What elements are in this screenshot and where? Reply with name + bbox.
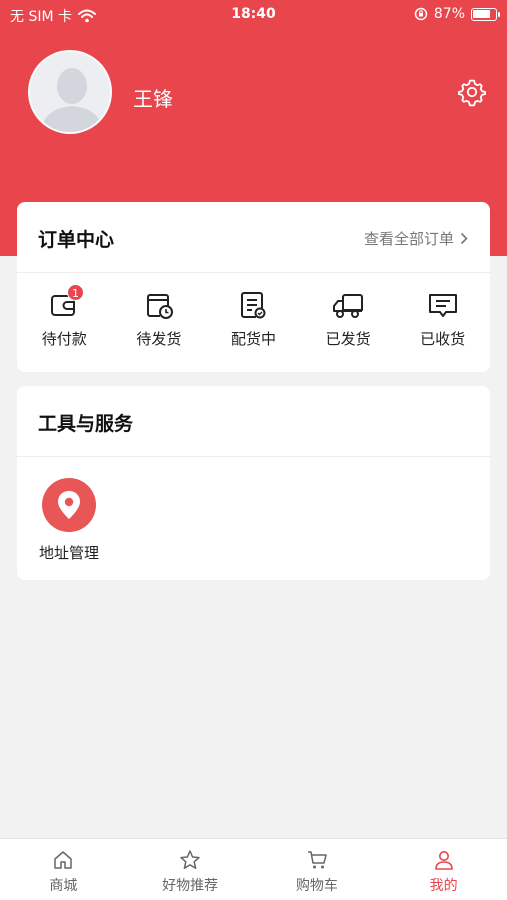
tab-recommend[interactable]: 好物推荐: [127, 839, 254, 900]
message-icon: [428, 294, 457, 317]
home-icon: [54, 851, 73, 869]
order-pending-shipment[interactable]: 待发货: [112, 290, 207, 360]
order-center-header: 订单中心 查看全部订单: [17, 202, 490, 273]
address-icon-circle: [42, 478, 96, 532]
battery-percent: 87%: [433, 6, 465, 22]
view-all-orders-label: 查看全部订单: [363, 230, 454, 248]
battery-fill: [473, 9, 490, 18]
order-received[interactable]: 已收货: [395, 290, 490, 360]
orientation-lock-icon: [414, 7, 428, 21]
address-management-item[interactable]: 地址管理: [37, 478, 101, 563]
bottom-tab-bar: 商城 好物推荐 购物车 我的: [0, 838, 507, 900]
tab-recommend-label: 好物推荐: [162, 878, 219, 894]
tools-services-card: 工具与服务 地址管理: [17, 386, 490, 580]
order-status-row: 1 待付款 待发货 配货中 已发货 已收货: [17, 284, 490, 360]
order-center-card: 订单中心 查看全部订单 1 待付款 待发货 配货中 已发货 已收货: [17, 202, 490, 372]
tab-cart-label: 购物车: [295, 878, 338, 894]
tab-cart[interactable]: 购物车: [254, 839, 381, 900]
avatar[interactable]: [28, 50, 112, 134]
order-pending-shipment-label: 待发货: [136, 330, 182, 348]
status-right: 87%: [414, 6, 500, 22]
cart-icon: [307, 851, 327, 869]
view-all-orders-link[interactable]: 查看全部订单: [364, 228, 468, 249]
tab-mall[interactable]: 商城: [0, 839, 127, 900]
tools-services-header: 工具与服务: [17, 386, 490, 457]
order-picking[interactable]: 配货中: [206, 290, 301, 360]
order-center-title: 订单中心: [38, 229, 115, 251]
tab-mine[interactable]: 我的: [380, 839, 507, 900]
tab-mine-label: 我的: [429, 878, 458, 894]
document-check-icon: [241, 292, 266, 319]
status-bar: 无 SIM 卡 18:40 87%: [0, 0, 507, 30]
order-shipped[interactable]: 已发货: [301, 290, 396, 360]
box-clock-icon: [146, 294, 173, 319]
order-shipped-label: 已发货: [325, 330, 371, 348]
user-name: 王锋: [133, 87, 173, 111]
star-icon: [180, 850, 200, 869]
order-picking-label: 配货中: [230, 330, 276, 348]
order-received-label: 已收货: [420, 330, 466, 348]
tab-mall-label: 商城: [49, 878, 78, 894]
address-management-label: 地址管理: [38, 544, 99, 562]
truck-icon: [333, 294, 364, 318]
battery-icon: [471, 7, 500, 21]
pending-payment-badge: 1: [67, 284, 84, 301]
order-pending-payment-label: 待付款: [41, 330, 87, 348]
location-pin-icon: [58, 491, 80, 519]
user-icon: [434, 851, 453, 870]
settings-gear-icon[interactable]: [457, 77, 487, 107]
chevron-right-icon: [460, 232, 468, 245]
default-avatar-icon: [30, 52, 110, 132]
tools-services-title: 工具与服务: [38, 413, 134, 435]
order-pending-payment[interactable]: 1 待付款: [17, 284, 112, 360]
